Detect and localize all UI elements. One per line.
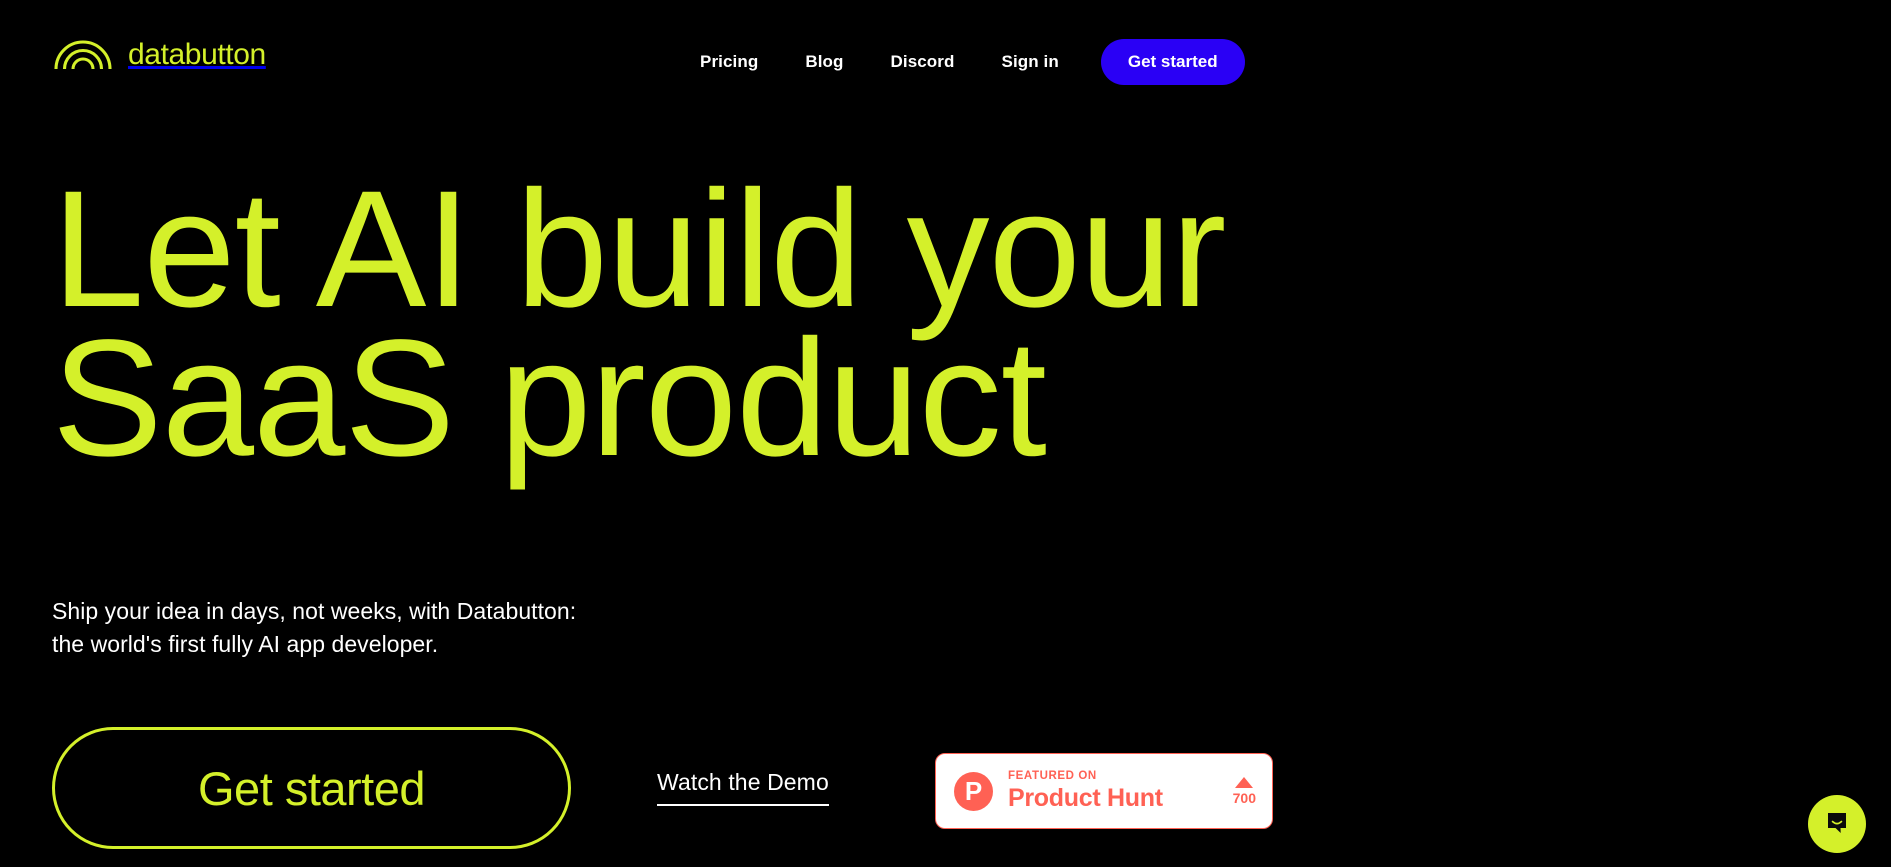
nav-link-blog[interactable]: Blog bbox=[805, 42, 843, 82]
triangle-up-icon bbox=[1235, 777, 1254, 788]
rainbow-arcs-icon bbox=[52, 36, 114, 70]
chat-bubble-smile-icon bbox=[1823, 809, 1851, 840]
product-hunt-badge[interactable]: P FEATURED ON Product Hunt 700 bbox=[935, 753, 1273, 829]
hero-get-started-button[interactable]: Get started bbox=[52, 727, 571, 849]
product-hunt-text: FEATURED ON Product Hunt bbox=[1008, 770, 1163, 812]
hero-headline: Let AI build your SaaS product bbox=[52, 157, 1226, 492]
hero-cta-row: Get started Watch the Demo bbox=[52, 726, 829, 850]
product-hunt-upvote-count: 700 bbox=[1232, 790, 1256, 806]
nav-link-pricing[interactable]: Pricing bbox=[700, 42, 758, 82]
brand-name: databutton bbox=[128, 37, 266, 71]
site-header: databutton Pricing Blog Discord Sign in … bbox=[0, 0, 1891, 106]
hero-subheadline: Ship your idea in days, not weeks, with … bbox=[52, 598, 577, 657]
product-hunt-upvotes: 700 bbox=[1233, 777, 1256, 805]
chat-launcher-button[interactable] bbox=[1808, 795, 1866, 853]
watch-demo-link[interactable]: Watch the Demo bbox=[657, 768, 829, 806]
product-hunt-featured-label: FEATURED ON bbox=[1008, 769, 1097, 782]
brand-logo-link[interactable]: databutton bbox=[52, 30, 266, 76]
nav-link-sign-in[interactable]: Sign in bbox=[1002, 42, 1059, 82]
watch-demo-underline bbox=[657, 803, 829, 806]
nav-get-started-button[interactable]: Get started bbox=[1100, 39, 1245, 85]
watch-demo-label: Watch the Demo bbox=[657, 768, 829, 795]
nav-link-discord[interactable]: Discord bbox=[891, 42, 955, 82]
product-hunt-logo-icon: P bbox=[954, 771, 993, 811]
main-navigation: Pricing Blog Discord Sign in Get started bbox=[700, 38, 1245, 86]
hero-headline-wrap: Let AI build your SaaS product bbox=[52, 157, 1452, 492]
product-hunt-name: Product Hunt bbox=[1008, 783, 1163, 812]
